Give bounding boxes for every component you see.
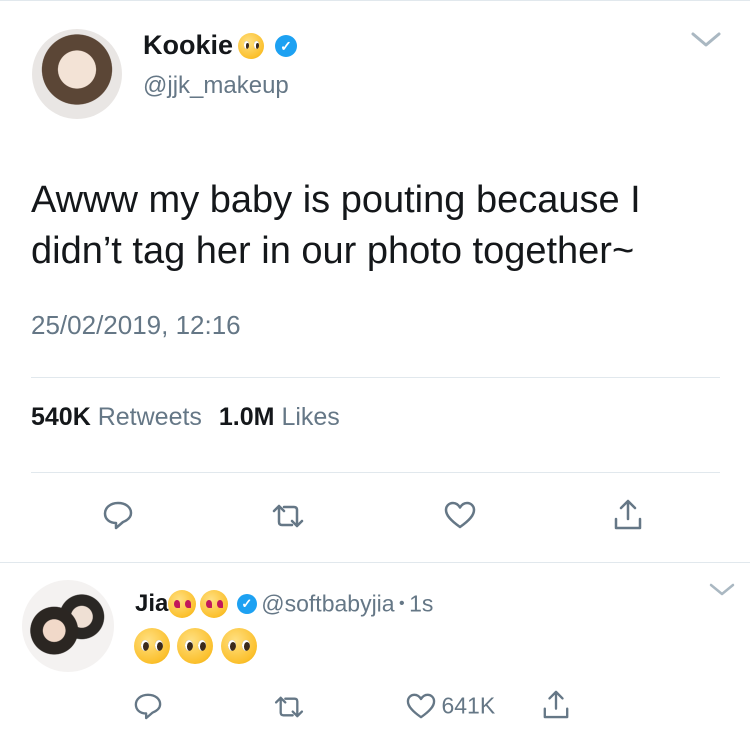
author-handle[interactable]: @jjk_makeup [143, 72, 289, 100]
verified-badge-icon: ✓ [274, 34, 297, 57]
pleading-face-emoji-icon [134, 628, 170, 664]
reply-icon[interactable] [133, 692, 163, 720]
reply-likes-count: 641K [441, 692, 496, 719]
retweets-label: Retweets [97, 403, 202, 431]
likes-stat[interactable]: 1.0M Likes [219, 403, 340, 431]
tweet-text-line-2: didn’t tag her in our photo together~ [31, 230, 635, 272]
reply-handle[interactable]: @softbabyjia [261, 591, 394, 617]
retweets-count: 540K [31, 403, 91, 431]
likes-label: Likes [281, 403, 340, 431]
reply-author-name[interactable]: Jia [135, 590, 168, 617]
likes-count: 1.0M [218, 403, 275, 431]
tweet-text: Awww my baby is pouting because I didn’t… [31, 175, 641, 277]
reply-body [134, 628, 257, 664]
divider-1 [31, 377, 720, 378]
retweet-icon[interactable] [272, 695, 306, 719]
pleading-face-emoji-icon [177, 628, 214, 664]
avatar-kookie[interactable] [32, 29, 122, 119]
reply-like-button[interactable]: 641K [405, 692, 495, 720]
smiling-face-with-hearts-emoji-icon [168, 590, 197, 618]
tweet-timestamp: 25/02/2019, 12:16 [31, 310, 241, 340]
retweet-icon[interactable] [270, 503, 306, 529]
share-icon[interactable] [613, 497, 643, 531]
chevron-down-icon[interactable] [708, 582, 736, 598]
share-icon[interactable] [542, 688, 570, 720]
pleading-face-emoji-icon [220, 628, 257, 664]
reply-time: 1s [409, 590, 434, 617]
author-row: Kookie ✓ [143, 30, 297, 62]
smiling-face-with-hearts-emoji-icon [200, 590, 229, 618]
reply-separator: • [399, 595, 405, 612]
pleading-face-emoji-icon [238, 32, 265, 59]
chevron-down-icon[interactable] [690, 30, 722, 50]
divider-2 [31, 472, 720, 473]
divider-full [0, 562, 750, 563]
verified-badge-icon: ✓ [236, 594, 257, 614]
retweets-stat[interactable]: 540K Retweets [31, 403, 209, 431]
heart-icon [405, 692, 437, 720]
author-name[interactable]: Kookie [143, 30, 233, 60]
tweet-text-line-1: Awww my baby is pouting because I [31, 179, 641, 221]
reply-icon[interactable] [102, 500, 134, 530]
heart-icon[interactable] [443, 500, 477, 530]
reply-header: Jia ✓ @softbabyjia • 1s [135, 590, 433, 620]
avatar-jia[interactable] [22, 580, 114, 672]
top-divider [0, 0, 750, 1]
tweet-stats: 540K Retweets 1.0M Likes [31, 403, 340, 432]
